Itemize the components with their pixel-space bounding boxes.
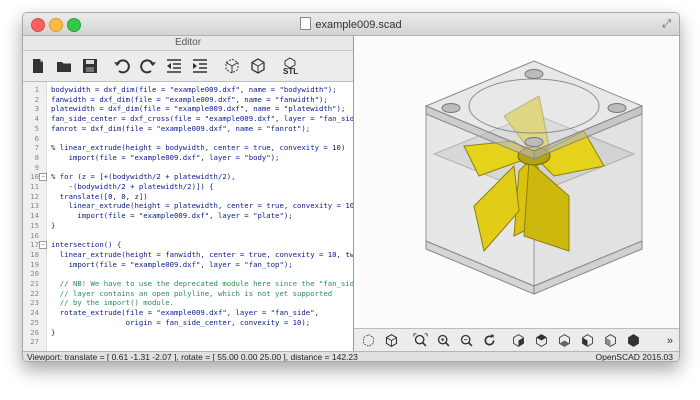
code-text: import(file = "example009.dxf", layer = … [51, 152, 280, 162]
3d-viewport[interactable] [354, 36, 679, 328]
view-toolbar: » [354, 328, 679, 352]
view-back-button[interactable] [625, 332, 642, 349]
view-back-icon [628, 334, 639, 347]
view-right-button[interactable] [510, 332, 527, 349]
view-right-icon [513, 334, 524, 347]
render-button[interactable] [247, 55, 269, 77]
stl-label: STL [283, 67, 298, 75]
editor-header: Editor [23, 36, 353, 51]
code-text: import(file = "example009.dxf", layer = … [51, 259, 293, 269]
zoom-in-button[interactable] [435, 332, 452, 349]
screw-hole [524, 137, 544, 147]
preview-icon [363, 334, 374, 347]
view-front-icon [605, 334, 616, 347]
save-button[interactable] [79, 55, 101, 77]
export-stl-icon: STL [283, 57, 298, 75]
line-number: 27 [30, 337, 39, 347]
status-bar: Viewport: translate = [ 0.61 -1.31 -2.07… [23, 351, 679, 362]
code-editor[interactable]: 1 bodywidth = dxf_dim(file = "example009.… [23, 82, 353, 351]
window-title-text: example009.scad [315, 19, 402, 31]
new-file-button[interactable] [27, 55, 49, 77]
preview-icon [225, 58, 239, 74]
view-bottom-button[interactable] [556, 332, 573, 349]
screw-hole [607, 103, 627, 113]
view-left-button[interactable] [579, 332, 596, 349]
view-left-icon [582, 334, 593, 347]
zoom-all-button[interactable] [412, 332, 429, 349]
fold-toggle-icon[interactable]: − [39, 173, 47, 182]
fan-model-render [424, 60, 644, 295]
editor-toolbar: STL [23, 51, 353, 82]
redo-icon [140, 59, 156, 74]
zoom-all-icon [413, 333, 428, 347]
render-icon [385, 334, 398, 347]
unindent-button[interactable] [163, 55, 185, 77]
code-text: fanrot = dxf_dim(file = "example009.dxf"… [51, 123, 311, 133]
code-text: } [51, 220, 56, 230]
code-text: } [51, 327, 56, 337]
view-bottom-icon [559, 334, 570, 347]
more-tools-icon[interactable]: » [667, 335, 673, 347]
version-label: OpenSCAD 2015.03 [595, 352, 674, 362]
document-icon [300, 17, 312, 30]
code-text: origin = fan_side_center, convexity = 10… [51, 317, 311, 327]
fullscreen-icon[interactable]: ⤢ [662, 18, 671, 31]
reset-view-button[interactable] [481, 332, 498, 349]
redo-button[interactable] [137, 55, 159, 77]
view-render-button[interactable] [383, 332, 400, 349]
view-top-button[interactable] [533, 332, 550, 349]
undo-icon [114, 59, 130, 74]
new-file-icon [33, 59, 43, 73]
indent-button[interactable] [189, 55, 211, 77]
zoom-out-button[interactable] [458, 332, 475, 349]
window-title: example009.scad [23, 17, 679, 31]
open-file-button[interactable] [53, 55, 75, 77]
open-folder-icon [57, 62, 71, 72]
code-text: import(file = "example009.dxf", layer = … [51, 211, 293, 221]
preview-button[interactable] [221, 55, 243, 77]
viewport-status: Viewport: translate = [ 0.61 -1.31 -2.07… [27, 352, 358, 362]
screw-hole [524, 69, 544, 79]
view-top-icon [536, 334, 547, 347]
zoom-in-icon [437, 334, 450, 347]
title-bar[interactable]: example009.scad ⤢ [23, 13, 679, 36]
zoom-out-icon [460, 334, 473, 347]
screw-hole [441, 103, 461, 113]
reset-view-icon [484, 334, 495, 346]
indent-icon [193, 59, 207, 73]
view-preview-button[interactable] [360, 332, 377, 349]
export-stl-button[interactable]: STL [279, 55, 301, 77]
undo-button[interactable] [111, 55, 133, 77]
view-front-button[interactable] [602, 332, 619, 349]
unindent-icon [167, 59, 181, 73]
app-window: example009.scad ⤢ Editor STL 1 bodywidth… [22, 12, 680, 362]
fold-toggle-icon[interactable]: − [39, 241, 47, 250]
save-icon [83, 59, 97, 73]
editor-pane: Editor STL 1 bodywidth = dxf_dim(file = … [23, 36, 354, 351]
render-icon [251, 58, 265, 74]
